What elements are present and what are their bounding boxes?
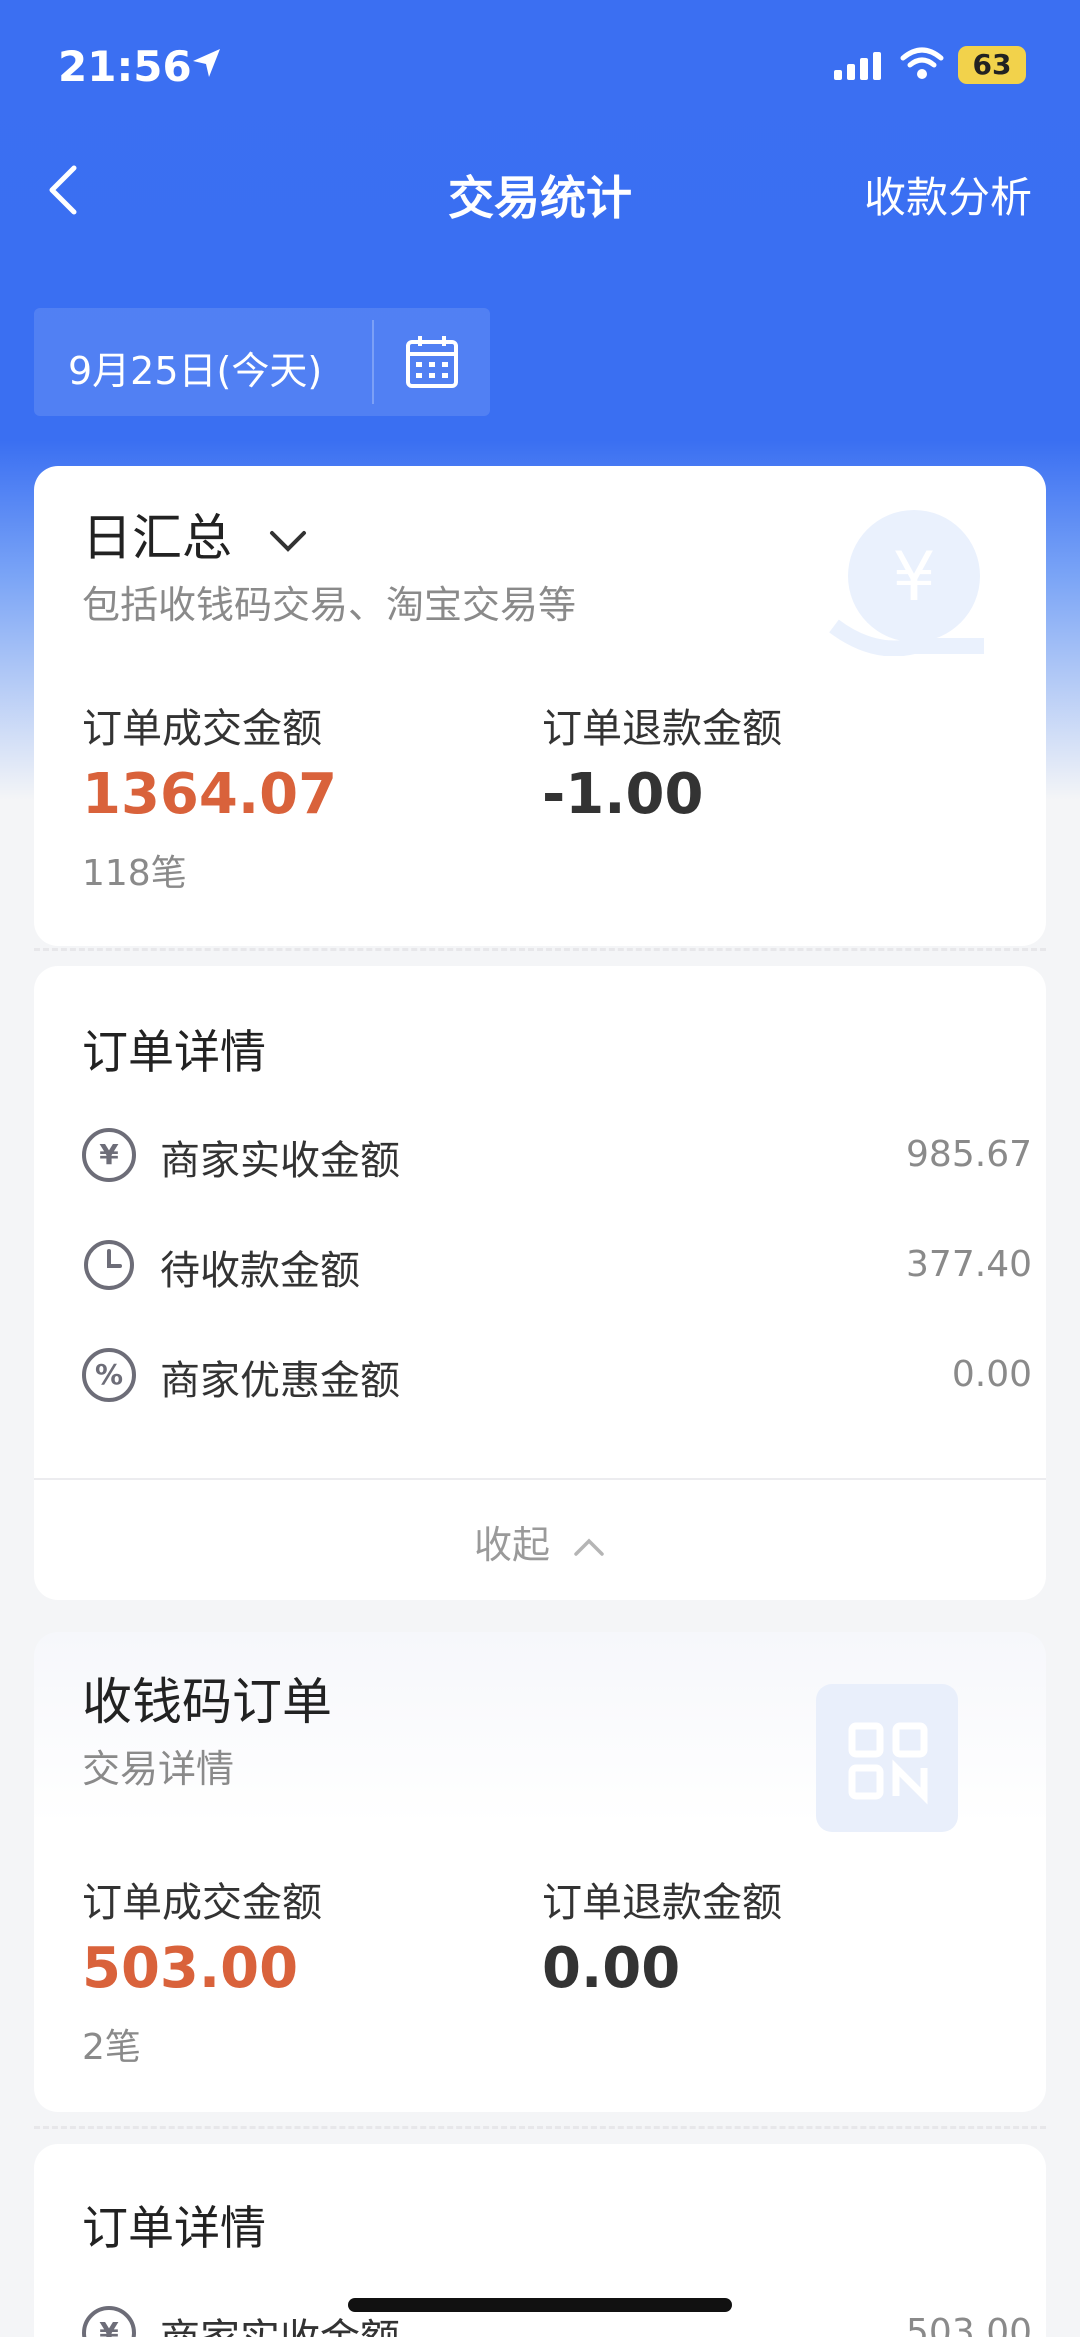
refund-amount-value: -1.00 bbox=[542, 762, 704, 827]
percent-icon: % bbox=[82, 1348, 136, 1402]
list-item-value: 985.67 bbox=[906, 1134, 1032, 1175]
chevron-down-icon[interactable] bbox=[266, 527, 310, 557]
svg-text:¥: ¥ bbox=[892, 538, 935, 617]
wifi-icon bbox=[900, 47, 944, 79]
deal-amount-label: 订单成交金额 bbox=[82, 706, 322, 752]
daily-summary-subtitle: 包括收钱码交易、淘宝交易等 bbox=[82, 583, 577, 627]
status-bar: 21:56 63 bbox=[0, 0, 1080, 130]
list-item-label: 商家优惠金额 bbox=[160, 1358, 400, 1404]
deal-amount-label: 订单成交金额 bbox=[82, 1880, 322, 1926]
daily-summary-title[interactable]: 日汇总 bbox=[82, 498, 310, 570]
yen-circle-icon: ¥ bbox=[82, 2306, 136, 2337]
daily-summary-title-text: 日汇总 bbox=[82, 509, 232, 567]
order-details-title: 订单详情 bbox=[82, 1025, 266, 1079]
deal-count: 2笔 bbox=[82, 2027, 141, 2068]
refund-amount-label: 订单退款金额 bbox=[542, 1880, 782, 1926]
collapse-label: 收起 bbox=[473, 1523, 550, 1567]
home-indicator bbox=[348, 2298, 732, 2312]
card-divider bbox=[34, 948, 1046, 951]
card-divider bbox=[34, 2126, 1046, 2129]
date-label: 9月25日(今天) bbox=[68, 349, 323, 393]
status-time: 21:56 bbox=[58, 42, 192, 91]
list-item-value: 377.40 bbox=[906, 1244, 1032, 1285]
date-divider bbox=[372, 320, 374, 404]
yen-circle-icon: ¥ bbox=[82, 1128, 136, 1182]
list-item: ¥ 商家实收金额 985.67 bbox=[82, 1122, 1032, 1192]
qr-orders-card: 收钱码订单 交易详情 订单成交金额 503.00 2笔 订单退款金额 0.00 bbox=[34, 1632, 1046, 2112]
list-item-label: 待收款金额 bbox=[160, 1248, 360, 1294]
cellular-signal-icon bbox=[834, 52, 881, 80]
yen-coin-decoration-icon: ¥ bbox=[829, 510, 984, 656]
daily-summary-card: ¥ 日汇总 包括收钱码交易、淘宝交易等 订单成交金额 1364.07 118笔 … bbox=[34, 466, 1046, 946]
list-item-label: 商家实收金额 bbox=[160, 1138, 400, 1184]
order-details-title: 订单详情 bbox=[82, 2201, 266, 2255]
list-item-value: 0.00 bbox=[951, 1354, 1032, 1395]
deal-amount-value: 1364.07 bbox=[82, 762, 338, 827]
deal-amount-value: 503.00 bbox=[82, 1936, 299, 2001]
qr-orders-title: 收钱码订单 bbox=[82, 1673, 332, 1731]
chevron-up-icon bbox=[574, 1538, 604, 1556]
payment-analysis-link[interactable]: 收款分析 bbox=[864, 164, 1032, 225]
clock-icon bbox=[84, 1240, 134, 1290]
collapse-button[interactable]: 收起 bbox=[34, 1514, 1046, 1569]
location-arrow-icon bbox=[193, 49, 220, 77]
qr-code-decoration-icon bbox=[816, 1684, 958, 1832]
collapse-divider bbox=[34, 1478, 1046, 1480]
list-item: 待收款金额 377.40 bbox=[82, 1232, 1032, 1302]
nav-bar: 交易统计 收款分析 bbox=[0, 140, 1080, 250]
refund-amount-value: 0.00 bbox=[542, 1936, 681, 2001]
calendar-icon[interactable] bbox=[402, 332, 462, 392]
list-item-value: 503.00 bbox=[906, 2312, 1032, 2337]
refund-amount-label: 订单退款金额 bbox=[542, 706, 782, 752]
qr-orders-subtitle: 交易详情 bbox=[82, 1747, 235, 1791]
battery-indicator: 63 bbox=[958, 46, 1026, 84]
date-selector[interactable]: 9月25日(今天) bbox=[34, 308, 490, 416]
order-details-card: 订单详情 ¥ 商家实收金额 985.67 待收款金额 377.40 % 商家优惠… bbox=[34, 966, 1046, 1600]
list-item: % 商家优惠金额 0.00 bbox=[82, 1342, 1032, 1412]
deal-count: 118笔 bbox=[82, 853, 187, 894]
